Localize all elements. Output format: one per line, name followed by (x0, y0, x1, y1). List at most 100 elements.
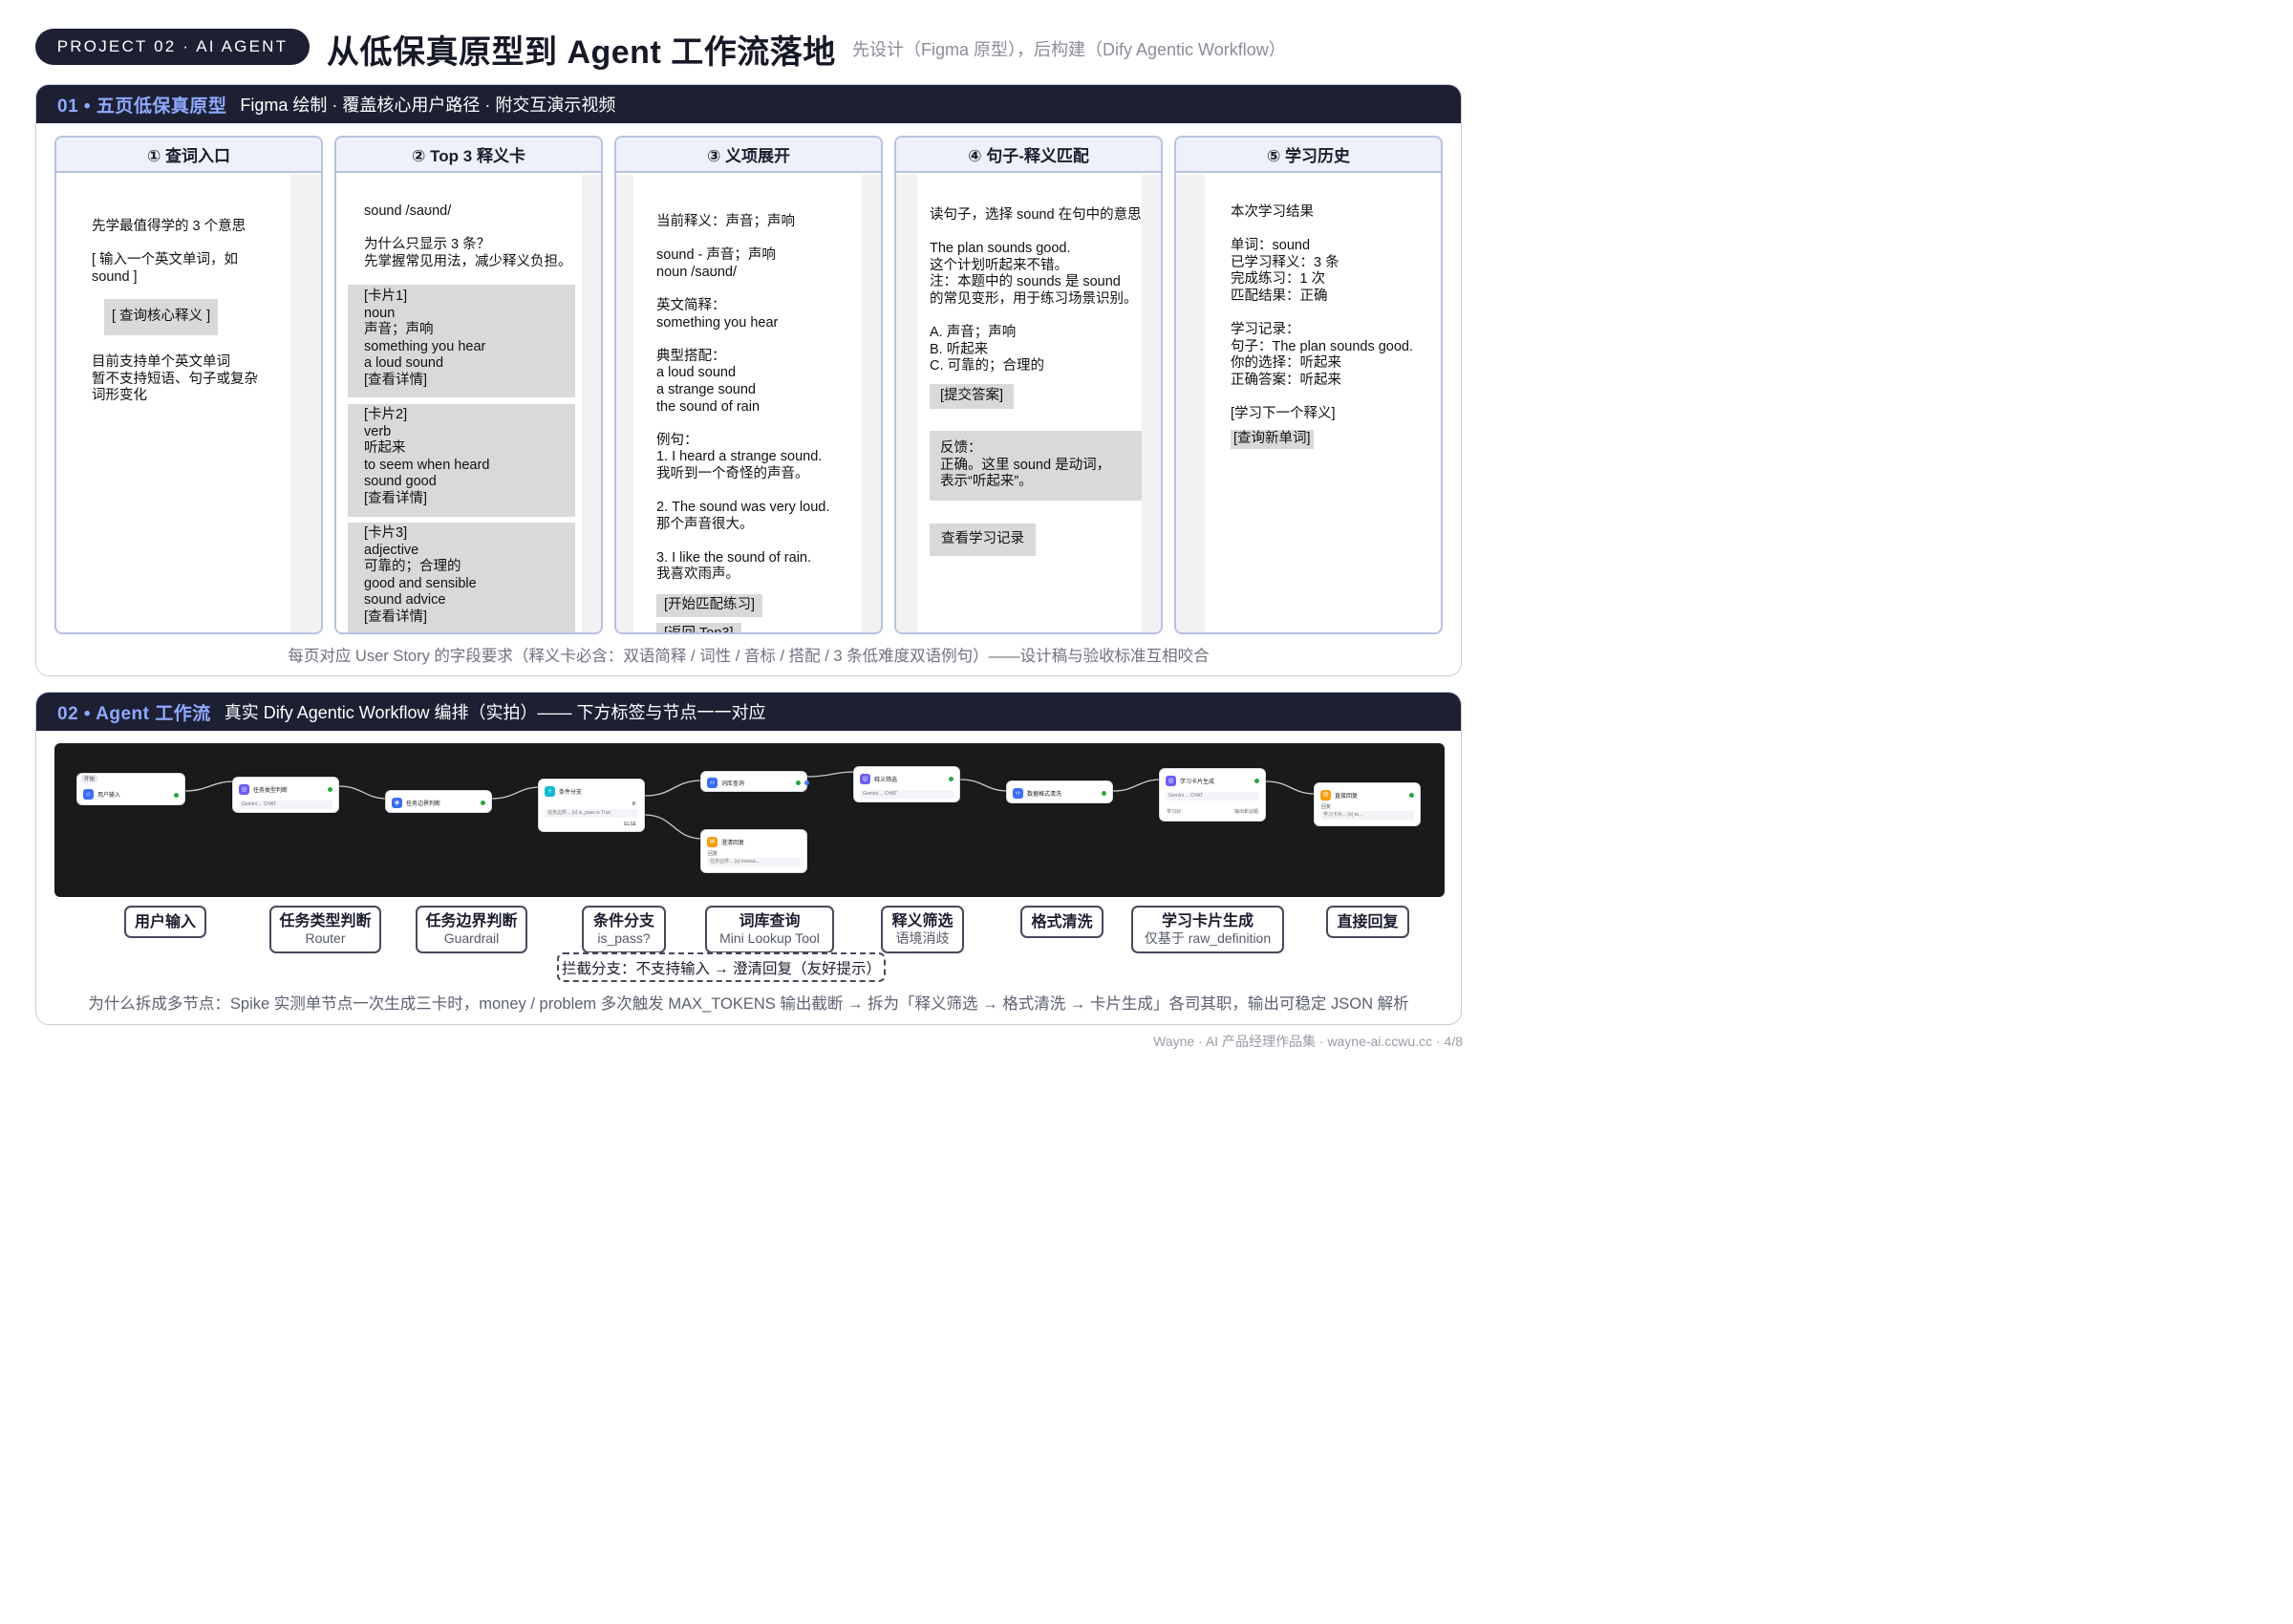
edge (644, 780, 703, 797)
label-main: 用户输入 (134, 913, 196, 930)
label-lookup: 词库查询 Mini Lookup Tool (705, 906, 834, 953)
label-main: 任务边界判断 (425, 913, 518, 930)
card-text: [卡片3] adjective 可靠的；合理的 good and sensibl… (364, 525, 477, 625)
node-label: 用户输入 (97, 793, 121, 799)
if-label: IF (632, 801, 636, 807)
support-note: 目前支持单个英文单词 暂不支持短语、句子或复杂 词形变化 (92, 354, 258, 404)
screen-learning-history: ⑤ 学习历史 本次学习结果 单词：sound 已学习释义：3 条 完成练习：1 … (1174, 136, 1443, 634)
model-row: Gemini ... CHAT (239, 801, 332, 809)
new-word-button[interactable]: [查询新单词] (1231, 430, 1314, 449)
label-branch: 条件分支 is_pass? (582, 906, 666, 953)
history-text: 本次学习结果 单词：sound 已学习释义：3 条 完成练习：1 次 匹配结果：… (1231, 204, 1414, 422)
section-header: 01 • 五页低保真原型 Figma 绘制 · 覆盖核心用户路径 · 附交互演示… (36, 85, 1461, 123)
scroll-strip (896, 175, 917, 632)
label-main: 直接回复 (1337, 913, 1399, 930)
prototype-section: 01 • 五页低保真原型 Figma 绘制 · 覆盖核心用户路径 · 附交互演示… (35, 84, 1462, 676)
submit-answer-button[interactable]: [提交答案] (930, 384, 1015, 409)
node-label: 任务边界判断 (406, 801, 441, 807)
node-label: 直接回复 (1335, 794, 1359, 800)
status-dot (796, 780, 801, 785)
node-clarify[interactable]: ✉ 澄清回复 回复 任务边界... {x} messa... (700, 829, 807, 873)
screen-intro: 先学最值得学的 3 个意思 (92, 219, 246, 234)
word-input-placeholder[interactable]: [ 输入一个英文单词，如 sound ] (92, 252, 238, 286)
footer: Wayne · AI 产品经理作品集 · wayne-ai.ccwu.cc · … (1153, 1034, 1463, 1049)
node-direct-reply[interactable]: ✉ 直接回复 回复 学习卡片... {x} te... (1314, 782, 1421, 826)
screen-body: 本次学习结果 单词：sound 已学习释义：3 条 完成练习：1 次 匹配结果：… (1176, 175, 1441, 632)
screen-sentence-match: ④ 句子-释义匹配 读句子，选择 sound 在句中的意思 The plan s… (894, 136, 1163, 634)
node-label: 学习卡片生成 (1180, 780, 1215, 785)
label-clean: 格式清洗 (1020, 906, 1104, 938)
scroll-strip (862, 175, 881, 632)
edge (491, 786, 541, 800)
node-task-type[interactable]: ◎ 任务类型判断 Gemini ... CHAT (232, 777, 339, 813)
screen-title: ④ 句子-释义匹配 (896, 138, 1161, 173)
section-description: Figma 绘制 · 覆盖核心用户路径 · 附交互演示视频 (240, 96, 616, 115)
lookup-button[interactable]: [ 查询核心释义 ] (104, 299, 219, 335)
reply-icon: ✉ (1320, 790, 1331, 801)
status-dot (1254, 779, 1259, 783)
start-tag: 开始 (81, 775, 98, 782)
section-header: 02 • Agent 工作流 真实 Dify Agentic Workflow … (36, 693, 1461, 731)
node-clean[interactable]: ‹› 数据格式清洗 (1006, 780, 1113, 803)
code-icon: ‹› (1013, 788, 1023, 799)
back-top3-button[interactable]: [返回 Top3] (656, 623, 741, 632)
model-row: Gemini ... CHAT (860, 790, 954, 799)
node-title: ✉ 澄清回复 (707, 837, 744, 847)
condition-row: 任务边界... {x} is_pass is True (545, 809, 638, 818)
screen-body: sound /saʊnd/ 为什么只显示 3 条？ 先掌握常见用法，减少释义负担… (336, 175, 601, 632)
label-sub: Guardrail (443, 930, 500, 946)
screen-title: ② Top 3 释义卡 (336, 138, 601, 173)
workflow-canvas[interactable]: 开始 ⌂ 用户输入 ◎ 任务类型判断 Gemini ... CHAT ◈ 任务边… (54, 743, 1445, 897)
llm-icon: ◎ (860, 774, 870, 784)
label-main: 任务类型判断 (279, 913, 372, 930)
label-sub: is_pass? (597, 930, 651, 946)
word-phonetic: sound /saʊnd/ (364, 203, 452, 219)
page-subtitle: 先设计（Figma 原型），后构建（Dify Agentic Workflow） (852, 40, 1286, 59)
output-var-b: 输出新议题 (1233, 809, 1258, 815)
screen-lookup-entry: ① 查词入口 先学最值得学的 3 个意思 [ 输入一个英文单词，如 sound … (54, 136, 323, 634)
label-main: 学习卡片生成 (1161, 913, 1254, 930)
status-dot (949, 777, 954, 781)
node-filter[interactable]: ◎ 释义筛选 Gemini ... CHAT (853, 766, 960, 802)
node-card-gen[interactable]: ◎ 学习卡片生成 Gemini ... CHAT 学习对 输出新议题 (1159, 768, 1266, 822)
section-number: 01 • 五页低保真原型 (57, 96, 227, 117)
label-main: 释义筛选 (891, 913, 954, 930)
screen-body: 先学最值得学的 3 个意思 [ 输入一个英文单词，如 sound ] [ 查询核… (56, 175, 321, 632)
label-task-type: 任务类型判断 Router (269, 906, 381, 953)
card-text: [卡片1] noun 声音；声响 something you hear a lo… (364, 288, 486, 388)
node-lookup[interactable]: ‹› 词库查询 (700, 771, 809, 792)
edge (1112, 779, 1162, 792)
section-number: 02 • Agent 工作流 (57, 703, 211, 724)
node-label: 澄清回复 (721, 841, 745, 846)
home-icon: ⌂ (83, 789, 94, 800)
output-port[interactable] (804, 780, 809, 785)
node-boundary[interactable]: ◈ 任务边界判断 (385, 790, 492, 813)
label-main: 条件分支 (592, 913, 654, 930)
llm-icon: ◎ (1166, 776, 1176, 786)
label-boundary: 任务边界判断 Guardrail (416, 906, 527, 953)
llm-icon: ◎ (239, 784, 249, 795)
label-direct-reply: 直接回复 (1326, 906, 1409, 938)
node-label: 任务类型判断 (253, 788, 289, 794)
screen-title: ③ 义项展开 (616, 138, 881, 173)
view-history-button[interactable]: 查看学习记录 (930, 524, 1036, 556)
screen-title: ① 查词入口 (56, 138, 321, 173)
model-row: Gemini ... CHAT (1166, 792, 1259, 801)
output-var-a: 学习对 (1167, 809, 1182, 815)
feedback-text: 反馈： 正确。这里 sound 是动词， 表示“听起来”。 (940, 440, 1111, 490)
classifier-icon: ◈ (392, 798, 402, 808)
node-title: ◎ 任务类型判断 (239, 784, 288, 795)
reply-row: 学习卡片... {x} te... (1320, 811, 1414, 820)
node-title: ‹› 词库查询 (707, 778, 744, 788)
section-caption: 每页对应 User Story 的字段要求（释义卡必含：双语简释 / 词性 / … (288, 648, 1210, 665)
node-branch[interactable]: ⑂ 条件分支 IF 任务边界... {x} is_pass is True EL… (538, 779, 645, 832)
label-card-gen: 学习卡片生成 仅基于 raw_definition (1131, 906, 1284, 953)
node-user-input[interactable]: 开始 ⌂ 用户输入 (76, 773, 185, 805)
scroll-strip (290, 175, 321, 632)
node-label: 数据格式清洗 (1027, 792, 1062, 798)
start-practice-button[interactable]: [开始匹配练习] (656, 594, 763, 617)
screen-body: 读句子，选择 sound 在句中的意思 The plan sounds good… (896, 175, 1161, 632)
code-icon: ‹› (707, 778, 718, 788)
else-label: ELSE (624, 822, 636, 827)
edge (1265, 780, 1317, 795)
